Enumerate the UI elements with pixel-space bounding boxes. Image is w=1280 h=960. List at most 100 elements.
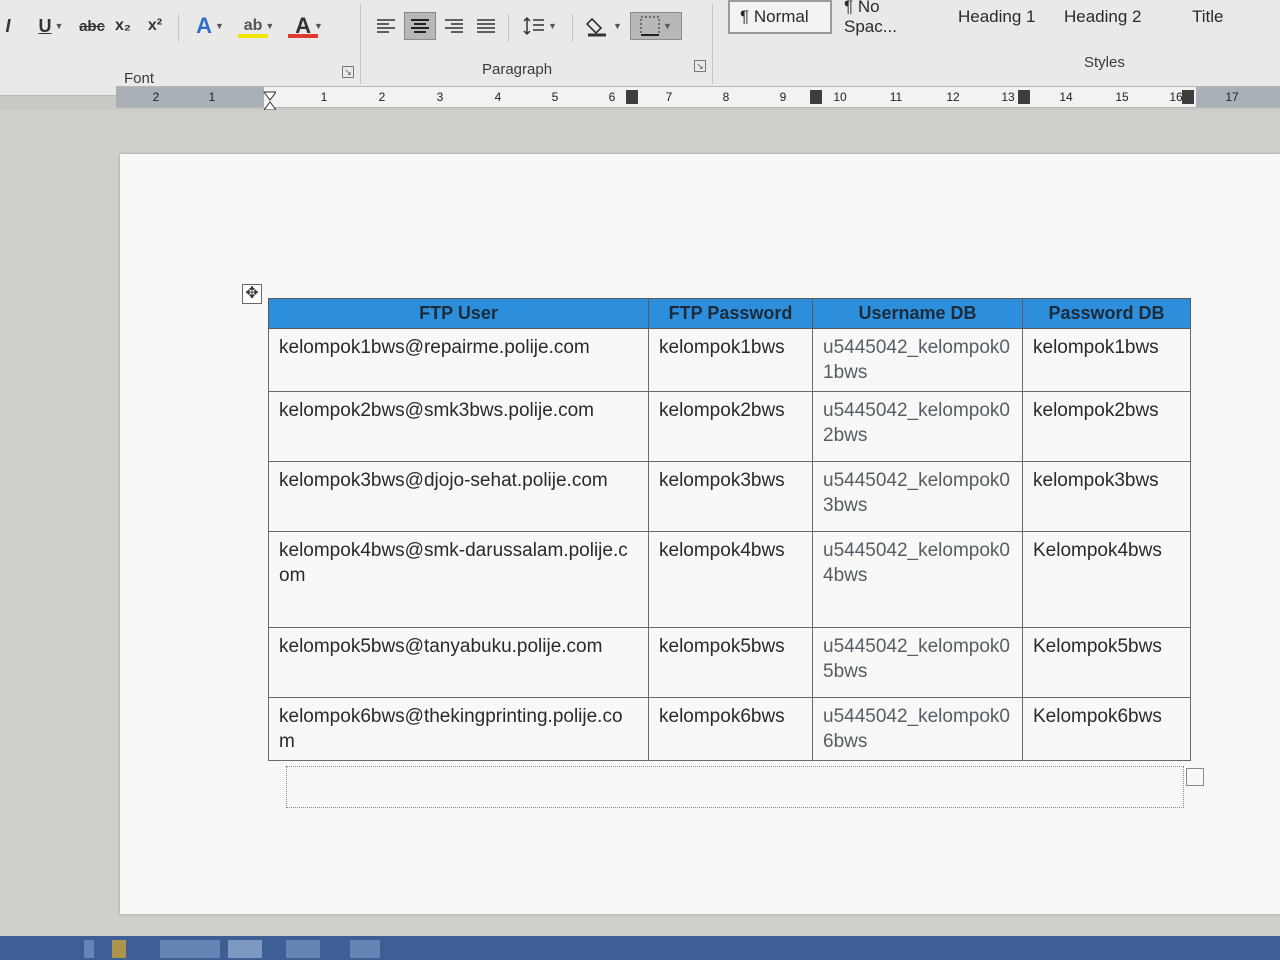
username-db-cell[interactable]: u5445042_kelompok02bws: [812, 391, 1023, 462]
table-row: kelompok5bws@tanyabuku.polije.com kelomp…: [268, 627, 1191, 698]
chevron-down-icon: ▼: [548, 21, 557, 31]
justify-icon: [477, 19, 495, 33]
subscript-button[interactable]: x₂: [110, 12, 136, 40]
ruler-number: 17: [1225, 90, 1239, 104]
taskbar: [0, 936, 1280, 960]
group-divider: [360, 4, 361, 84]
column-marker[interactable]: [626, 90, 638, 104]
password-db-cell[interactable]: kelompok2bws: [1022, 391, 1191, 462]
ftp-password-cell[interactable]: kelompok3bws: [648, 461, 813, 532]
header-username-db[interactable]: Username DB: [812, 298, 1023, 329]
font-color-bar: [288, 34, 318, 38]
strikethrough-button[interactable]: abc: [78, 12, 106, 40]
password-db-cell[interactable]: kelompok1bws: [1022, 328, 1191, 392]
chevron-down-icon: ▼: [313, 21, 323, 31]
highlight-color-bar: [238, 34, 268, 38]
header-ftp-password[interactable]: FTP Password: [648, 298, 813, 329]
taskbar-app-icon[interactable]: [160, 940, 220, 958]
username-db-cell[interactable]: u5445042_kelompok04bws: [812, 531, 1023, 628]
ruler-number: 12: [946, 90, 960, 104]
table-row: kelompok4bws@smk-darussalam.polije.com k…: [268, 531, 1191, 628]
ftp-password-cell[interactable]: kelompok1bws: [648, 328, 813, 392]
password-db-cell[interactable]: kelompok3bws: [1022, 461, 1191, 532]
group-divider: [712, 4, 713, 84]
ftp-password-cell[interactable]: kelompok2bws: [648, 391, 813, 462]
paragraph-dialog-launcher-icon[interactable]: ↘: [694, 60, 706, 72]
word-taskbar-icon[interactable]: [228, 940, 262, 958]
style-heading-1[interactable]: Heading 1: [948, 0, 1046, 34]
table-row: kelompok3bws@djojo-sehat.polije.com kelo…: [268, 461, 1191, 532]
highlight-button[interactable]: ab ▼: [236, 12, 282, 40]
table-row: kelompok1bws@repairme.polije.com kelompo…: [268, 328, 1191, 392]
ruler-number: 15: [1115, 90, 1129, 104]
ruler-number: 9: [779, 90, 787, 104]
ftp-user-cell[interactable]: kelompok3bws@djojo-sehat.polije.com: [268, 461, 649, 532]
ruler-number: 1: [208, 90, 216, 104]
font-dialog-launcher-icon[interactable]: ↘: [342, 66, 354, 78]
align-right-icon: [445, 19, 463, 33]
paint-bucket-icon: [586, 17, 607, 37]
line-spacing-button[interactable]: ▼: [518, 12, 562, 40]
style-title[interactable]: Title: [1182, 0, 1246, 34]
shading-button[interactable]: ▼: [582, 12, 626, 40]
ftp-user-cell[interactable]: kelompok5bws@tanyabuku.polije.com: [268, 627, 649, 698]
underline-icon: U: [38, 15, 52, 36]
ftp-password-cell[interactable]: kelompok4bws: [648, 531, 813, 628]
ruler-left-margin: [116, 87, 264, 107]
header-password-db[interactable]: Password DB: [1022, 298, 1191, 329]
password-db-cell[interactable]: Kelompok4bws: [1022, 531, 1191, 628]
divider: [178, 14, 179, 42]
superscript-icon: x²: [147, 17, 163, 34]
style-normal[interactable]: ¶ Normal: [728, 0, 832, 34]
strikethrough-icon: abc: [79, 17, 105, 35]
justify-button[interactable]: [472, 12, 500, 40]
underline-button[interactable]: U ▼: [28, 12, 74, 40]
italic-button[interactable]: I: [0, 12, 16, 40]
taskbar-app-icon[interactable]: [286, 940, 320, 958]
ftp-password-cell[interactable]: kelompok6bws: [648, 697, 813, 761]
column-marker[interactable]: [1018, 90, 1030, 104]
empty-table-row[interactable]: [286, 766, 1184, 808]
divider: [572, 14, 573, 42]
align-right-button[interactable]: [440, 12, 468, 40]
username-db-cell[interactable]: u5445042_kelompok06bws: [812, 697, 1023, 761]
ruler-number: 3: [436, 90, 444, 104]
document-page[interactable]: ✥ FTP User FTP Password Username DB Pass…: [120, 154, 1280, 914]
chevron-down-icon: ▼: [214, 21, 224, 31]
column-marker[interactable]: [810, 90, 822, 104]
ftp-user-cell[interactable]: kelompok2bws@smk3bws.polije.com: [268, 391, 649, 462]
username-db-cell[interactable]: u5445042_kelompok01bws: [812, 328, 1023, 392]
taskbar-app-icon[interactable]: [112, 940, 126, 958]
chevron-down-icon: ▼: [265, 21, 275, 31]
password-db-cell[interactable]: Kelompok5bws: [1022, 627, 1191, 698]
ftp-credentials-table[interactable]: FTP User FTP Password Username DB Passwo…: [268, 298, 1191, 761]
ftp-user-cell[interactable]: kelompok4bws@smk-darussalam.polije.com: [268, 531, 649, 628]
horizontal-ruler[interactable]: 2 1 1 2 3 4 5 6 7 8 9 10 11 12 13 14 15 …: [116, 86, 1280, 108]
column-marker[interactable]: [1182, 90, 1194, 104]
ruler-number: 1: [320, 90, 328, 104]
password-db-cell[interactable]: Kelompok6bws: [1022, 697, 1191, 761]
ruler-number: 8: [722, 90, 730, 104]
taskbar-app-icon[interactable]: [350, 940, 380, 958]
username-db-cell[interactable]: u5445042_kelompok05bws: [812, 627, 1023, 698]
divider: [508, 14, 509, 42]
font-color-button[interactable]: A ▼: [286, 12, 332, 40]
align-left-button[interactable]: [372, 12, 400, 40]
username-db-cell[interactable]: u5445042_kelompok03bws: [812, 461, 1023, 532]
style-heading-2[interactable]: Heading 2: [1054, 0, 1154, 34]
ruler-number: 7: [665, 90, 673, 104]
ftp-user-cell[interactable]: kelompok1bws@repairme.polije.com: [268, 328, 649, 392]
table-resize-handle-icon[interactable]: [1186, 768, 1204, 786]
table-move-handle-icon[interactable]: ✥: [242, 284, 262, 304]
style-no-spacing[interactable]: ¶ No Spac...: [834, 0, 942, 36]
ftp-user-cell[interactable]: kelompok6bws@thekingprinting.polije.com: [268, 697, 649, 761]
styles-group: ¶ Normal ¶ No Spac... Heading 1 Heading …: [720, 0, 1280, 92]
text-effects-button[interactable]: A ▼: [188, 12, 232, 40]
header-ftp-user[interactable]: FTP User: [268, 298, 649, 329]
superscript-button[interactable]: x²: [142, 12, 168, 40]
ftp-password-cell[interactable]: kelompok5bws: [648, 627, 813, 698]
borders-button[interactable]: ▼: [630, 12, 682, 40]
taskbar-app-icon[interactable]: [84, 940, 94, 958]
align-center-button[interactable]: [404, 12, 436, 40]
table-row: kelompok6bws@thekingprinting.polije.com …: [268, 697, 1191, 761]
